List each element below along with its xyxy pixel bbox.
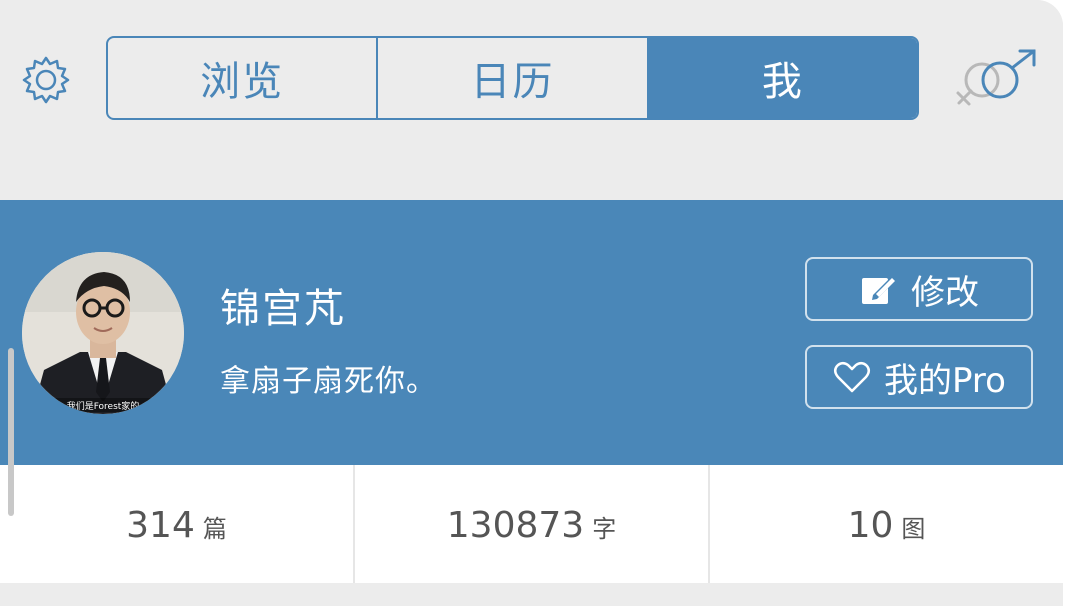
gender-symbol-icon[interactable] xyxy=(950,46,1042,112)
avatar-caption: 我们是Forest家的 xyxy=(67,400,140,412)
stat-articles-unit: 篇 xyxy=(202,515,227,543)
stat-words-unit: 字 xyxy=(592,515,617,543)
bottom-divider xyxy=(0,583,1063,606)
stat-words-value: 130873 xyxy=(446,505,585,546)
scrollbar[interactable] xyxy=(8,348,14,516)
profile-banner: 我们是Forest家的 锦宫芃 拿扇子扇死你。 修改 我的Pro xyxy=(0,200,1063,465)
my-pro-label: 我的Pro xyxy=(884,360,1006,401)
top-bar: 浏览 日历 我 xyxy=(0,0,1063,200)
stat-words[interactable]: 130873 字 xyxy=(353,465,708,583)
stats-row: 314 篇 130873 字 10 图 xyxy=(0,465,1063,583)
avatar[interactable]: 我们是Forest家的 xyxy=(22,252,184,414)
profile-name: 锦宫芃 xyxy=(220,286,346,332)
app-window: 浏览 日历 我 我们是Forest家的 锦宫芃 拿扇子扇死你。 修改 我的Pro… xyxy=(0,0,1063,606)
edit-icon xyxy=(859,269,899,309)
stat-images[interactable]: 10 图 xyxy=(708,465,1063,583)
stat-images-unit: 图 xyxy=(901,515,926,543)
heart-icon xyxy=(832,357,872,397)
gear-icon[interactable] xyxy=(18,52,74,108)
tab-me[interactable]: 我 xyxy=(646,38,917,118)
edit-profile-button[interactable]: 修改 xyxy=(805,257,1033,321)
my-pro-button[interactable]: 我的Pro xyxy=(805,345,1033,409)
profile-bio: 拿扇子扇死你。 xyxy=(220,364,437,399)
tab-calendar[interactable]: 日历 xyxy=(376,38,646,118)
screen: 浏览 日历 我 我们是Forest家的 锦宫芃 拿扇子扇死你。 修改 我的Pro… xyxy=(0,0,1080,606)
edit-profile-label: 修改 xyxy=(911,272,979,313)
stat-articles-value: 314 xyxy=(126,505,195,546)
stat-images-value: 10 xyxy=(847,505,894,546)
tab-browse[interactable]: 浏览 xyxy=(108,38,376,118)
main-tabs: 浏览 日历 我 xyxy=(106,36,919,120)
stat-articles[interactable]: 314 篇 xyxy=(0,465,353,583)
